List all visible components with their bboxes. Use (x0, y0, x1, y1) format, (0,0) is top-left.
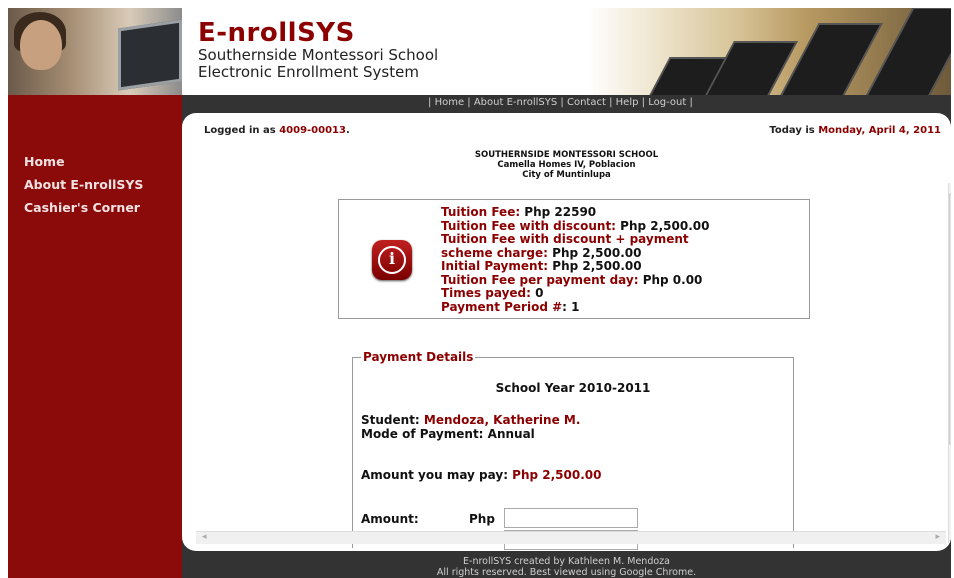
initial-payment-label: Initial Payment: (441, 259, 549, 273)
footer-credit: E-nrollSYS created by Kathleen M. Mendoz… (463, 556, 670, 567)
school-address-line1: Camella Homes IV, Poblacion (497, 160, 636, 170)
info-icon: i (372, 240, 412, 280)
tuition-fee-line: Tuition Fee: Php 22590 (441, 205, 801, 220)
student-photo (8, 8, 182, 95)
scroll-right-arrow-icon[interactable]: ▸ (935, 532, 940, 542)
header-banner: E-nrollSYS Southernside Montessori Schoo… (8, 8, 951, 95)
today-label: Today is (769, 125, 819, 136)
sidebar-item-about[interactable]: About E-nrollSYS (24, 177, 143, 192)
per-day-line: Tuition Fee per payment day: Php 0.00 (441, 272, 801, 288)
school-subtitle: Southernside Montessori School (198, 46, 439, 64)
fee-info-lines: Tuition Fee: Php 22590 Tuition Fee with … (441, 205, 801, 315)
payment-period-value: : 1 (562, 299, 580, 314)
sidebar: Home About E-nrollSYS Cashier's Corner (8, 95, 182, 578)
discount-line: Tuition Fee with discount: Php 2,500.00 (441, 218, 801, 234)
school-address-line2: City of Muntinlupa (522, 170, 611, 180)
amount-may-pay-value: Php 2,500.00 (512, 468, 602, 482)
monitor-shape (777, 23, 883, 95)
menu-about-link[interactable]: About E-nrollSYS (474, 97, 557, 108)
school-year: School Year 2010-2011 (495, 381, 651, 395)
payment-details-legend: Payment Details (361, 350, 476, 364)
sidebar-item-home[interactable]: Home (24, 154, 65, 169)
amount-may-pay-label: Amount you may pay: (361, 468, 513, 482)
logged-in-status: Logged in as 4009-00013. (204, 125, 350, 136)
amount-input[interactable] (504, 508, 638, 528)
brand-logo: E-nrollSYS (198, 18, 355, 48)
student-line: Student: Mendoza, Katherine M. (361, 413, 580, 427)
logged-in-label: Logged in as (204, 125, 280, 136)
per-day-value: Php 0.00 (638, 272, 703, 287)
system-subtitle: Electronic Enrollment System (198, 63, 419, 81)
menu-help-link[interactable]: Help (616, 97, 639, 108)
menu-logout-link[interactable]: Log-out (648, 97, 686, 108)
student-label: Student: (361, 413, 424, 427)
scheme-line-2: scheme charge: Php 2,500.00 (441, 245, 801, 261)
currency-label: Php (469, 512, 495, 526)
payment-period-line: Payment Period #: 1 (441, 299, 801, 315)
sidebar-item-cashiers-corner[interactable]: Cashier's Corner (24, 200, 140, 215)
initial-payment-line: Initial Payment: Php 2,500.00 (441, 259, 801, 274)
scroll-left-arrow-icon[interactable]: ◂ (202, 532, 207, 542)
amount-label: Amount: (361, 512, 419, 526)
menu-contact-link[interactable]: Contact (567, 97, 606, 108)
scheme-label-1: Tuition Fee with discount + payment (441, 232, 689, 246)
scheme-label-2: scheme charge: (441, 245, 548, 260)
mode-of-payment-value: Annual (487, 427, 535, 441)
computers-photo (588, 8, 951, 95)
today-date-status: Today is Monday, April 4, 2011 (769, 125, 941, 136)
info-icon-glyph: i (388, 249, 396, 268)
mode-of-payment-label: Mode of Payment: (361, 427, 488, 441)
top-menu: | Home | About E-nrollSYS | Contact | He… (428, 97, 693, 108)
vertical-scroll-thumb[interactable] (949, 193, 951, 445)
monitor-shape (863, 8, 951, 95)
photo-monitor (118, 19, 182, 91)
payment-period-label: Payment Period # (441, 299, 563, 314)
scheme-line-1: Tuition Fee with discount + payment (441, 232, 801, 247)
vertical-scrollbar[interactable] (948, 183, 951, 543)
mode-of-payment-line: Mode of Payment: Annual (361, 427, 535, 441)
amount-may-pay-line: Amount you may pay: Php 2,500.00 (361, 468, 602, 482)
school-name: SOUTHERNSIDE MONTESSORI SCHOOL (474, 150, 659, 160)
logged-in-period: . (345, 125, 350, 136)
tuition-fee-value: Php 22590 (520, 205, 597, 219)
horizontal-scrollbar[interactable]: ◂ ▸ (196, 531, 946, 544)
times-payed-line: Times payed: 0 (441, 286, 801, 301)
banner-title-block: E-nrollSYS Southernside Montessori Schoo… (182, 8, 612, 95)
menu-home-link[interactable]: Home (435, 97, 465, 108)
today-date: Monday, April 4, 2011 (818, 125, 941, 136)
times-payed-label: Times payed: (441, 286, 531, 300)
content-panel: Logged in as 4009-00013. Today is Monday… (182, 113, 951, 551)
menu-separator: | (689, 97, 693, 108)
initial-payment-value: Php 2,500.00 (548, 259, 642, 273)
scheme-value: Php 2,500.00 (547, 245, 642, 260)
student-name: Mendoza, Katherine M. (423, 413, 581, 427)
footer-notice: All rights reserved. Best viewed using G… (436, 567, 697, 578)
times-payed-value: 0 (530, 286, 544, 300)
tuition-fee-label: Tuition Fee: (441, 205, 521, 219)
footer: E-nrollSYS created by Kathleen M. Mendoz… (182, 556, 951, 578)
fee-info-box: i Tuition Fee: Php 22590 Tuition Fee wit… (338, 199, 810, 319)
per-day-label: Tuition Fee per payment day: (441, 272, 639, 287)
photo-face (20, 20, 62, 70)
payment-details-fieldset: Payment Details School Year 2010-2011 St… (352, 350, 794, 550)
discount-label: Tuition Fee with discount: (441, 218, 616, 233)
page-frame: E-nrollSYS Southernside Montessori Schoo… (8, 8, 951, 578)
user-id: 4009-00013 (279, 125, 346, 136)
discount-value: Php 2,500.00 (615, 218, 710, 233)
